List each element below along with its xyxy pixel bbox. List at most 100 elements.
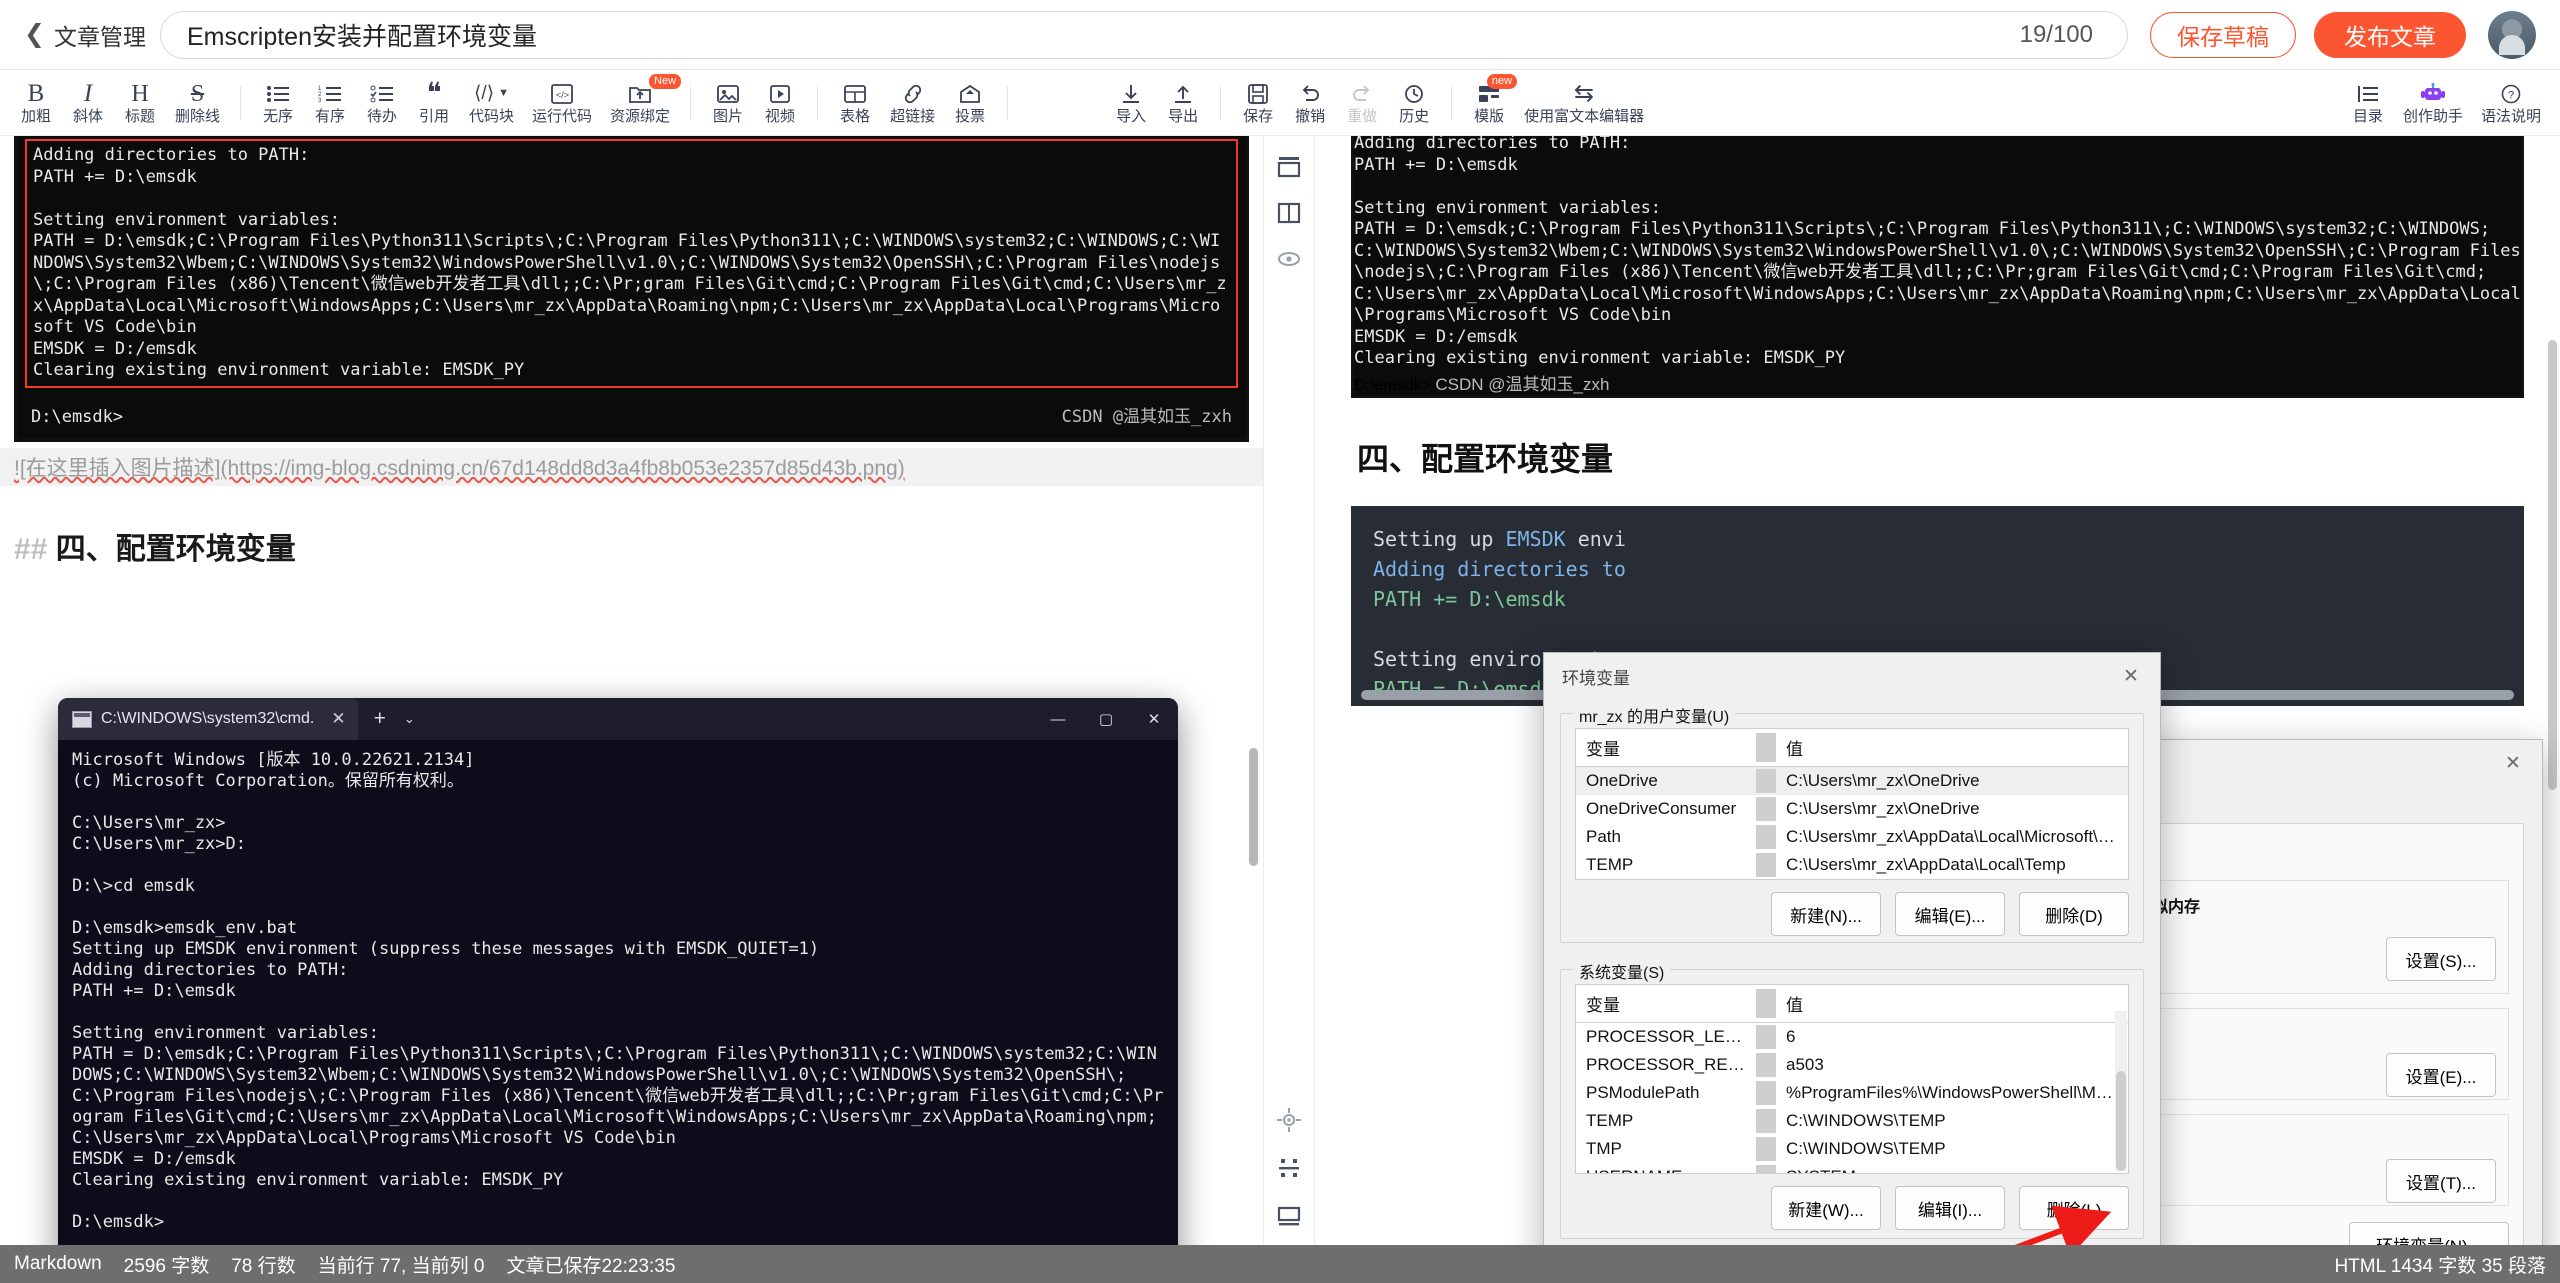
preview-terminal-prompt-row: D:\emsdk> CSDN @温其如玉_zxh xyxy=(1354,370,2521,395)
performance-settings-button[interactable]: 设置(S)... xyxy=(2386,937,2496,981)
system-edit-button[interactable]: 编辑(I)... xyxy=(1895,1186,2005,1230)
save-draft-button[interactable]: 保存草稿 xyxy=(2150,11,2296,58)
toolbar-strikethrough[interactable]: S 删除线 xyxy=(166,73,229,133)
toolbar-todo-label: 待办 xyxy=(367,107,398,125)
toolbar-help-label: 语法说明 xyxy=(2480,107,2541,125)
title-counter: 19/100 xyxy=(2019,20,2093,48)
video-icon xyxy=(768,82,792,106)
maximize-button[interactable]: ▢ xyxy=(1082,698,1130,740)
new-tab-icon[interactable]: + xyxy=(374,707,386,731)
publish-article-button[interactable]: 发布文章 xyxy=(2314,11,2466,58)
toolbar-ordered-list[interactable]: 123 有序 xyxy=(304,73,356,133)
pane-resize-handle[interactable] xyxy=(1249,748,1258,866)
toolbar-ai-assistant[interactable]: 创作助手 xyxy=(2394,73,2472,133)
toolbar-syntax-help[interactable]: ? 语法说明 xyxy=(2472,73,2550,133)
article-title-input[interactable] xyxy=(186,20,2020,49)
table-row[interactable]: TMPC:\Users\mr_zx\AppData\Local\Temp xyxy=(1576,879,2128,880)
close-icon[interactable]: ✕ xyxy=(2102,653,2160,699)
toolbar-export[interactable]: 导出 xyxy=(1157,73,1209,133)
table-row[interactable]: TEMP C:\Users\mr_zx\AppData\Local\Temp xyxy=(1576,851,2128,879)
single-column-view-icon[interactable] xyxy=(1274,152,1304,182)
toolbar-link[interactable]: 超链接 xyxy=(881,73,944,133)
toolbar-table[interactable]: 表格 xyxy=(829,73,881,133)
system-table-scrollbar[interactable] xyxy=(2115,1011,2127,1171)
toolbar-undo[interactable]: 撤销 xyxy=(1284,73,1336,133)
toolbar-switch-editor[interactable]: ⇆ 使用富文本编辑器 xyxy=(1515,73,1653,133)
markdown-image-line[interactable]: ![在这里插入图片描述](https://img-blog.csdnimg.cn… xyxy=(0,447,1263,486)
user-delete-button[interactable]: 删除(D) xyxy=(2019,892,2129,936)
toolbar-divider-3 xyxy=(817,85,819,120)
split-view-icon[interactable] xyxy=(1274,198,1304,228)
preview-eye-icon[interactable] xyxy=(1274,244,1304,274)
toolbar-redo[interactable]: 重做 xyxy=(1336,73,1388,133)
toolbar-resource-bind[interactable]: New 资源绑定 xyxy=(601,73,682,133)
table-row[interactable]: USERNAME SYSTEM xyxy=(1576,1163,2128,1173)
toolbar-heading[interactable]: H 标题 xyxy=(114,73,166,133)
help-icon: ? xyxy=(2500,82,2522,106)
strikethrough-icon: S xyxy=(190,80,205,107)
table-row[interactable]: PROCESSOR_REVISION a503 xyxy=(1576,1051,2128,1079)
toolbar-toc[interactable]: 目录 xyxy=(2342,73,2394,133)
user-variables-label: mr_zx 的用户变量(U) xyxy=(1573,703,1736,727)
close-icon[interactable]: ✕ xyxy=(2484,740,2542,786)
toolbar-italic[interactable]: I 斜体 xyxy=(62,73,114,133)
user-new-button[interactable]: 新建(N)... xyxy=(1771,892,1881,936)
cmd-tab-title: C:\WINDOWS\system32\cmd. xyxy=(101,710,315,727)
minimize-button[interactable]: — xyxy=(1034,698,1082,740)
markdown-heading-line[interactable]: ## 四、配置环境变量 xyxy=(14,524,1263,568)
system-delete-button[interactable]: 删除(L) xyxy=(2019,1186,2129,1230)
preview-scrollbar[interactable] xyxy=(2548,340,2557,790)
toolbar-bullet-list[interactable]: 无序 xyxy=(252,73,304,133)
table-row[interactable]: PSModulePath %ProgramFiles%\WindowsPowerS… xyxy=(1576,1079,2128,1107)
toolbar-bold[interactable]: B 加粗 xyxy=(10,73,62,133)
toolbar-template[interactable]: new 模版 xyxy=(1463,73,1518,133)
toolbar-code-block[interactable]: ⟨/⟩ ▼ 代码块 xyxy=(460,73,523,133)
startup-recovery-settings-button[interactable]: 设置(T)... xyxy=(2386,1159,2496,1203)
bottom-panel-icon[interactable] xyxy=(1274,1201,1304,1231)
variable-name: OneDrive xyxy=(1586,771,1658,790)
italic-icon: I xyxy=(83,80,93,107)
toolbar-import[interactable]: 导入 xyxy=(1105,73,1157,133)
toolbar-todo-list[interactable]: 待办 xyxy=(356,73,408,133)
toolbar-video[interactable]: 视频 xyxy=(754,73,806,133)
user-variables-rows: OneDrive C:\Users\mr_zx\OneDrive OneDriveC… xyxy=(1576,767,2128,880)
toolbar-ai-label: 创作助手 xyxy=(2402,107,2463,125)
environment-variables-button[interactable]: 环境变量(N)... xyxy=(2349,1222,2509,1245)
environment-variables-dialog[interactable]: 环境变量 ✕ mr_zx 的用户变量(U) 变量 值 OneDrive C:\Us… xyxy=(1543,652,2161,1245)
toolbar-vote[interactable]: 投票 xyxy=(944,73,996,133)
terminal-red-highlight-box: Adding directories to PATH: PATH += D:\e… xyxy=(25,139,1238,388)
user-variables-group: mr_zx 的用户变量(U) 变量 值 OneDrive C:\Users\mr_… xyxy=(1560,703,2144,943)
toolbar-history[interactable]: 历史 xyxy=(1388,73,1440,133)
variable-value: C:\Users\mr_zx\OneDrive xyxy=(1786,799,1980,818)
chevron-down-icon[interactable]: ⌄ xyxy=(404,711,415,727)
table-row[interactable]: OneDriveConsumer C:\Users\mr_zx\OneDrive xyxy=(1576,795,2128,823)
col-header-variable: 变量 xyxy=(1586,740,1620,759)
toolbar-bold-label: 加粗 xyxy=(20,107,51,125)
user-avatar[interactable] xyxy=(2488,10,2536,59)
fullscreen-icon[interactable] xyxy=(1274,1153,1304,1183)
status-lines: 78 行数 xyxy=(231,1255,296,1277)
close-tab-icon[interactable]: ✕ xyxy=(331,709,345,729)
toolbar-quote[interactable]: ❝ 引用 xyxy=(408,73,460,133)
cmd-tab[interactable]: C:\WINDOWS\system32\cmd. ✕ xyxy=(58,698,358,740)
table-row[interactable]: TMP C:\WINDOWS\TEMP xyxy=(1576,1135,2128,1163)
back-to-article-management[interactable]: ❮ 文章管理 xyxy=(24,18,146,52)
close-window-button[interactable]: ✕ xyxy=(1130,698,1178,740)
system-variables-table[interactable]: 变量 值 PROCESSOR_LEVEL 6 PROCESSOR_REVISION a… xyxy=(1575,984,2129,1174)
user-profile-settings-button[interactable]: 设置(E)... xyxy=(2386,1053,2496,1097)
title-field-wrapper[interactable]: 19/100 xyxy=(159,10,2128,59)
user-edit-button[interactable]: 编辑(E)... xyxy=(1895,892,2005,936)
table-row[interactable]: OneDrive C:\Users\mr_zx\OneDrive xyxy=(1576,767,2128,795)
sync-scroll-icon[interactable] xyxy=(1274,1105,1304,1135)
toolbar-link-label: 超链接 xyxy=(890,107,936,125)
table-row[interactable]: PROCESSOR_LEVEL 6 xyxy=(1576,1023,2128,1051)
table-row[interactable]: Path C:\Users\mr_zx\AppData\Local\Microso… xyxy=(1576,823,2128,851)
toolbar-save[interactable]: 保存 xyxy=(1232,73,1284,133)
markdown-editor-pane[interactable]: Adding directories to PATH: PATH += D:\e… xyxy=(0,136,1263,1245)
table-row[interactable]: TEMP C:\WINDOWS\TEMP xyxy=(1576,1107,2128,1135)
toolbar-run-code[interactable]: </> 运行代码 xyxy=(523,73,601,133)
variable-name: USERNAME xyxy=(1576,1165,1756,1173)
toolbar-image[interactable]: 图片 xyxy=(702,73,754,133)
user-variables-table[interactable]: 变量 值 OneDrive C:\Users\mr_zx\OneDrive OneD… xyxy=(1575,728,2129,880)
system-new-button[interactable]: 新建(W)... xyxy=(1771,1186,1881,1230)
